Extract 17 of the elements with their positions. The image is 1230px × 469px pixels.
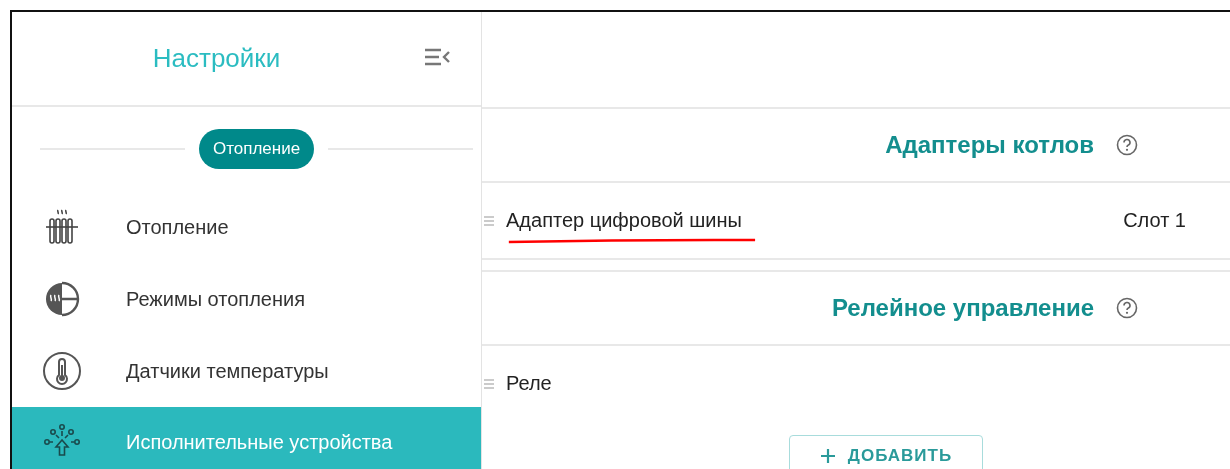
sidebar-item[interactable]: Отопление	[12, 191, 481, 263]
collapse-menu-icon[interactable]	[423, 46, 451, 68]
device-name: Реле	[506, 372, 552, 395]
drag-handle-icon[interactable]	[482, 213, 496, 228]
section-title: Релейное управление	[831, 294, 1094, 322]
device-name: Адаптер цифровой шины	[506, 209, 742, 232]
drag-handle-icon[interactable]	[482, 376, 496, 391]
sidebar-title: Настройки	[152, 43, 281, 74]
section-title: Адаптеры котлов	[885, 131, 1094, 159]
plus-icon	[819, 448, 836, 464]
slot-label: Слот 1	[1123, 209, 1186, 232]
help-icon[interactable]	[1116, 297, 1138, 319]
sidebar-item[interactable]: Режимы отопления	[12, 263, 481, 335]
thermometer-icon	[42, 351, 82, 391]
group-chip: Отопление	[198, 129, 315, 169]
help-icon[interactable]	[1116, 134, 1138, 156]
sidebar-item[interactable]: Датчики температуры	[12, 335, 481, 407]
